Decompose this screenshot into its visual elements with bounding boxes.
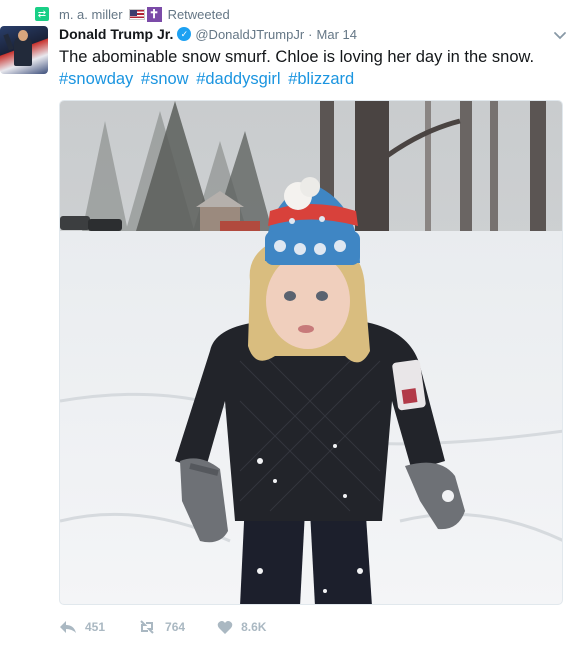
hashtag-link[interactable]: #blizzard bbox=[288, 70, 354, 88]
tweet-card[interactable]: ⇄ m. a. miller ✝ Retweeted Donald Trump … bbox=[0, 0, 588, 651]
retweet-icon: ⇄ bbox=[35, 7, 49, 21]
tweet-header: Donald Trump Jr. ✓ @DonaldJTrumpJr · Mar… bbox=[59, 26, 357, 42]
verified-badge-icon: ✓ bbox=[177, 27, 192, 41]
hashtag-link[interactable]: #daddysgirl bbox=[196, 70, 280, 88]
reply-count: 451 bbox=[85, 620, 106, 634]
separator: · bbox=[308, 26, 313, 42]
like-button[interactable]: 8.6K bbox=[217, 620, 266, 635]
snow-scene-image bbox=[60, 101, 562, 604]
avatar-arm bbox=[3, 33, 14, 51]
avatar[interactable] bbox=[0, 26, 48, 74]
author-handle[interactable]: @DonaldJTrumpJr bbox=[195, 27, 304, 42]
tweet-actions: 451 764 8.6K bbox=[59, 617, 298, 637]
like-count: 8.6K bbox=[241, 620, 267, 634]
like-icon bbox=[217, 620, 233, 634]
tweet-photo[interactable] bbox=[59, 100, 563, 605]
hashtag-list: #snowday #snow #daddysgirl #blizzard bbox=[59, 68, 357, 91]
hashtag-link[interactable]: #snow bbox=[141, 70, 189, 88]
retweeter-name[interactable]: m. a. miller bbox=[59, 7, 123, 22]
retweeted-label: Retweeted bbox=[167, 6, 230, 22]
tweet-date[interactable]: Mar 14 bbox=[317, 27, 357, 42]
us-flag-icon bbox=[128, 8, 145, 20]
avatar-head bbox=[18, 30, 28, 41]
tweet-text: The abominable snow smurf. Chloe is lovi… bbox=[59, 48, 535, 66]
hashtag-link[interactable]: #snowday bbox=[59, 70, 133, 88]
caret-down-icon[interactable] bbox=[553, 28, 567, 42]
retweet-count: 764 bbox=[165, 620, 186, 634]
retweet-button[interactable]: 764 bbox=[137, 620, 185, 634]
reply-button[interactable]: 451 bbox=[59, 619, 105, 635]
author-name[interactable]: Donald Trump Jr. bbox=[59, 26, 173, 42]
cross-icon: ✝ bbox=[146, 6, 162, 22]
reply-icon bbox=[60, 621, 76, 633]
retweet-context: ⇄ m. a. miller ✝ Retweeted bbox=[35, 5, 230, 23]
retweet-icon bbox=[140, 620, 154, 634]
